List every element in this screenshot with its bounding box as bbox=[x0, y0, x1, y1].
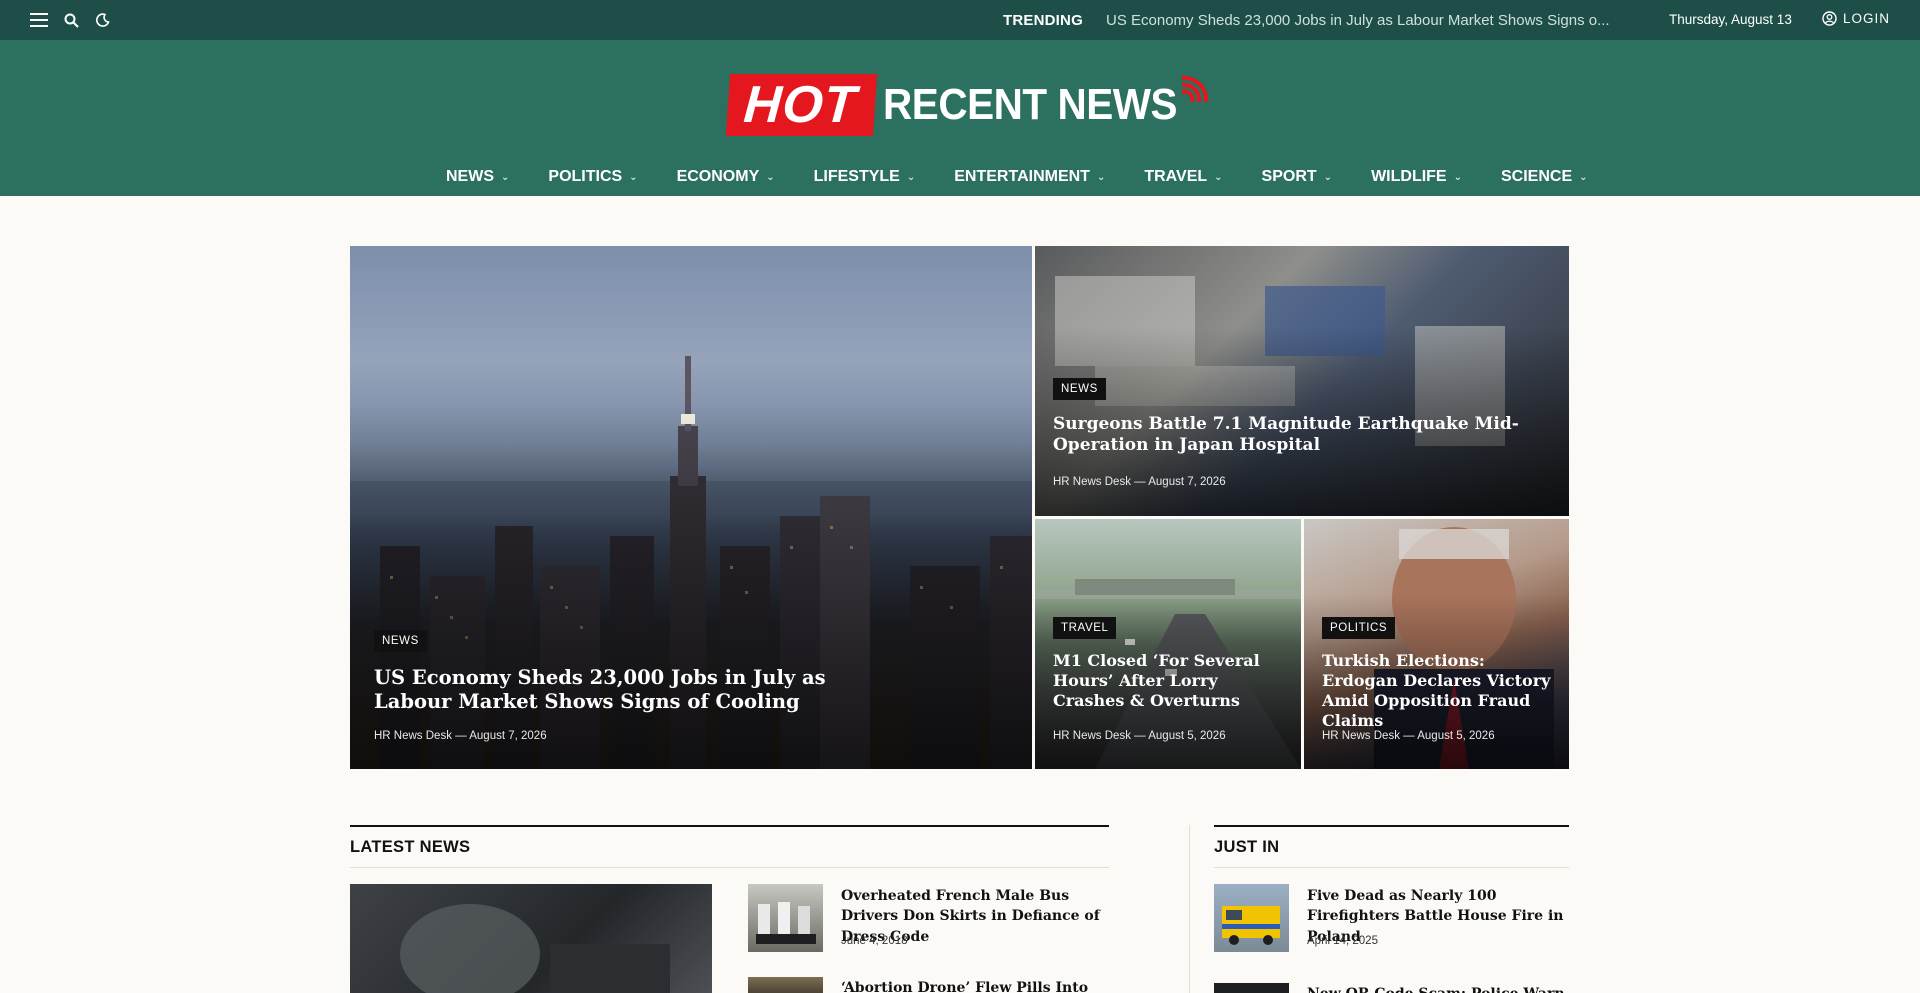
nav-item-label: SCIENCE bbox=[1501, 168, 1573, 185]
nav-item-politics[interactable]: POLITICS ⌄ bbox=[548, 168, 637, 186]
login-button[interactable]: LOGIN bbox=[1822, 11, 1890, 26]
meta-separator: — bbox=[455, 730, 467, 742]
nav-item-label: TRAVEL bbox=[1144, 168, 1208, 185]
author[interactable]: HR News Desk bbox=[1053, 730, 1131, 742]
meta-separator: — bbox=[1134, 730, 1146, 742]
latest-item-2-title[interactable]: ‘Abortion Drone’ Flew Pills Into Belfast… bbox=[841, 978, 1111, 993]
just-in-item-1-date: April 14, 2025 bbox=[1307, 935, 1378, 947]
chevron-down-icon: ⌄ bbox=[1453, 171, 1462, 183]
logo-recent-news: RECENT NEWS bbox=[882, 80, 1178, 129]
nav-item-travel[interactable]: TRAVEL ⌄ bbox=[1144, 168, 1222, 186]
just-in-item-1-thumbnail[interactable] bbox=[1214, 884, 1289, 952]
publish-date: August 7, 2026 bbox=[1148, 476, 1226, 488]
latest-news-divider bbox=[350, 867, 1109, 868]
latest-news-heading: LATEST NEWS bbox=[350, 838, 471, 856]
chevron-down-icon: ⌄ bbox=[629, 171, 638, 183]
hero-main-title[interactable]: US Economy Sheds 23,000 Jobs in July as … bbox=[374, 666, 894, 715]
author[interactable]: HR News Desk bbox=[1053, 476, 1131, 488]
category-badge[interactable]: POLITICS bbox=[1322, 617, 1396, 639]
hero-bottom-right-title[interactable]: Turkish Elections: Erdogan Declares Vict… bbox=[1322, 651, 1562, 731]
site-header: HOT RECENT NEWS NEWS ⌄ POLITICS ⌄ ECONOMY ⌄ LI… bbox=[0, 40, 1920, 196]
latest-item-2-thumbnail[interactable] bbox=[748, 977, 823, 993]
hero-bottom-right-meta: HR News Desk — August 5, 2026 bbox=[1322, 730, 1495, 742]
column-divider bbox=[1189, 825, 1190, 993]
hero-bottom-left-meta: HR News Desk — August 5, 2026 bbox=[1053, 730, 1226, 742]
logo-hot: HOT bbox=[725, 74, 877, 136]
just-in-item-2-title[interactable]: New QR Code Scam: Police Warn Public bbox=[1307, 984, 1569, 993]
broadcast-wave-icon bbox=[1181, 75, 1209, 103]
category-badge[interactable]: NEWS bbox=[1053, 378, 1106, 400]
nav-item-label: LIFESTYLE bbox=[813, 168, 900, 185]
latest-item-1-date: June 4, 2018 bbox=[841, 935, 908, 947]
lead-photo bbox=[400, 904, 670, 993]
meta-separator: — bbox=[1403, 730, 1415, 742]
hero-main-meta: HR News Desk — August 7, 2026 bbox=[374, 730, 547, 742]
just-in-top-border bbox=[1214, 825, 1569, 827]
publish-date: August 5, 2026 bbox=[1148, 730, 1226, 742]
meta-separator: — bbox=[1134, 476, 1146, 488]
publish-date: August 7, 2026 bbox=[469, 730, 547, 742]
author[interactable]: HR News Desk bbox=[374, 730, 452, 742]
nav-item-news[interactable]: NEWS ⌄ bbox=[446, 168, 509, 186]
chevron-down-icon: ⌄ bbox=[1579, 171, 1588, 183]
hero-top-right-meta: HR News Desk — August 7, 2026 bbox=[1053, 476, 1226, 488]
hero-bottom-left-title[interactable]: M1 Closed ‘For Several Hours’ After Lorr… bbox=[1053, 651, 1293, 711]
chevron-down-icon: ⌄ bbox=[766, 171, 775, 183]
nav-item-label: ECONOMY bbox=[676, 168, 760, 185]
nav-item-lifestyle[interactable]: LIFESTYLE ⌄ bbox=[814, 168, 916, 186]
nav-item-label: SPORT bbox=[1261, 168, 1317, 185]
nav-item-label: WILDLIFE bbox=[1371, 168, 1447, 185]
bus-drivers-photo bbox=[756, 902, 816, 944]
author[interactable]: HR News Desk bbox=[1322, 730, 1400, 742]
hamburger-menu-icon[interactable] bbox=[30, 11, 48, 29]
nav-item-economy[interactable]: ECONOMY ⌄ bbox=[677, 168, 775, 186]
top-bar-icons bbox=[30, 11, 112, 29]
nav-item-wildlife[interactable]: WILDLIFE ⌄ bbox=[1371, 168, 1462, 186]
hero-top-right-title[interactable]: Surgeons Battle 7.1 Magnitude Earthquake… bbox=[1053, 414, 1553, 457]
latest-news-top-border bbox=[350, 825, 1109, 827]
latest-item-1-thumbnail[interactable] bbox=[748, 884, 823, 952]
nav-item-sport[interactable]: SPORT ⌄ bbox=[1262, 168, 1333, 186]
nav-item-label: ENTERTAINMENT bbox=[954, 168, 1090, 185]
chevron-down-icon: ⌄ bbox=[1323, 171, 1333, 183]
site-logo[interactable]: HOT RECENT NEWS bbox=[725, 72, 1202, 138]
hero-bottom-left-card[interactable]: TRAVEL M1 Closed ‘For Several Hours’ Aft… bbox=[1035, 519, 1301, 769]
category-badge[interactable]: NEWS bbox=[374, 630, 427, 652]
dark-mode-moon-icon[interactable] bbox=[94, 11, 112, 29]
trending-label: TRENDING bbox=[1003, 12, 1083, 29]
ambulance-photo bbox=[1222, 906, 1280, 945]
hero-top-right-card[interactable]: NEWS Surgeons Battle 7.1 Magnitude Earth… bbox=[1035, 246, 1569, 516]
main-nav: NEWS ⌄ POLITICS ⌄ ECONOMY ⌄ LIFESTYLE ⌄ ENTERTAI… bbox=[446, 168, 1627, 186]
chevron-down-icon: ⌄ bbox=[501, 171, 510, 183]
just-in-divider bbox=[1214, 867, 1569, 868]
just-in-heading: JUST IN bbox=[1214, 838, 1280, 856]
nav-item-science[interactable]: SCIENCE ⌄ bbox=[1501, 168, 1588, 186]
login-label: LOGIN bbox=[1843, 11, 1891, 26]
trending-headline-link[interactable]: US Economy Sheds 23,000 Jobs in July as … bbox=[1106, 12, 1610, 29]
publish-date: August 5, 2026 bbox=[1417, 730, 1495, 742]
chevron-down-icon: ⌄ bbox=[1096, 171, 1106, 183]
user-circle-icon bbox=[1822, 11, 1837, 26]
category-badge[interactable]: TRAVEL bbox=[1053, 617, 1117, 639]
chevron-down-icon: ⌄ bbox=[906, 171, 916, 183]
nav-item-entertainment[interactable]: ENTERTAINMENT ⌄ bbox=[954, 168, 1105, 186]
just-in-item-2-thumbnail[interactable] bbox=[1214, 983, 1289, 993]
chevron-down-icon: ⌄ bbox=[1214, 171, 1223, 183]
current-date: Thursday, August 13 bbox=[1669, 12, 1792, 27]
search-icon[interactable] bbox=[62, 11, 80, 29]
latest-lead-image[interactable] bbox=[350, 884, 712, 993]
nav-item-label: NEWS bbox=[446, 168, 494, 185]
hero-bottom-right-card[interactable]: POLITICS Turkish Elections: Erdogan Decl… bbox=[1304, 519, 1569, 769]
nav-item-label: POLITICS bbox=[548, 168, 623, 185]
hero-main-card[interactable]: NEWS US Economy Sheds 23,000 Jobs in Jul… bbox=[350, 246, 1032, 769]
top-bar: TRENDING US Economy Sheds 23,000 Jobs in… bbox=[0, 0, 1920, 40]
